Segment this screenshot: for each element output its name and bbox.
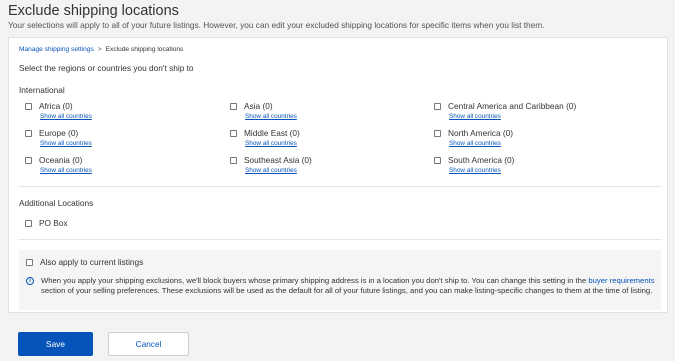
central-america-show-all-link[interactable]: Show all countries — [449, 113, 576, 120]
south-america-show-all-link[interactable]: Show all countries — [449, 167, 514, 174]
breadcrumb: Manage shipping settings > Exclude shippin… — [19, 46, 183, 53]
breadcrumb-manage-shipping-link[interactable]: Manage shipping settings — [19, 46, 94, 53]
info-text-part: When you apply your shipping exclusions,… — [41, 276, 589, 285]
exclusion-card: Manage shipping settings > Exclude shippin… — [8, 37, 668, 313]
po-box-checkbox[interactable] — [25, 219, 32, 227]
region-africa: Africa (0) Show all countries — [25, 101, 92, 120]
oceania-checkbox[interactable] — [25, 156, 32, 164]
southeast-asia-show-all-link[interactable]: Show all countries — [245, 167, 312, 174]
cancel-button[interactable]: Cancel — [108, 332, 189, 356]
additional-locations-title: Additional Locations — [19, 198, 94, 208]
middle-east-show-all-link[interactable]: Show all countries — [245, 140, 300, 147]
region-label: South America (0) — [448, 155, 515, 165]
middle-east-checkbox[interactable] — [230, 129, 237, 137]
north-america-checkbox[interactable] — [434, 129, 441, 137]
asia-show-all-link[interactable]: Show all countries — [245, 113, 297, 120]
region-label: Central America and Caribbean (0) — [448, 101, 577, 111]
apply-current-listings-label: Also apply to current listings — [40, 257, 144, 267]
apply-current-listings-option: Also apply to current listings — [26, 257, 143, 267]
divider — [19, 186, 661, 187]
save-button[interactable]: Save — [18, 332, 93, 356]
breadcrumb-current: Exclude shipping locations — [105, 46, 184, 53]
apply-panel: Also apply to current listings i When yo… — [19, 250, 661, 310]
oceania-show-all-link[interactable]: Show all countries — [40, 167, 92, 174]
region-southeast-asia: Southeast Asia (0) Show all countries — [230, 155, 312, 174]
region-europe: Europe (0) Show all countries — [25, 128, 92, 147]
region-label: Asia (0) — [244, 101, 273, 111]
region-label: Oceania (0) — [39, 155, 83, 165]
instruction-text: Select the regions or countries you don'… — [19, 63, 194, 73]
africa-show-all-link[interactable]: Show all countries — [40, 113, 92, 120]
info-text: When you apply your shipping exclusions,… — [41, 276, 655, 296]
region-label: Europe (0) — [39, 128, 79, 138]
central-america-checkbox[interactable] — [434, 102, 441, 110]
region-south-america: South America (0) Show all countries — [434, 155, 514, 174]
asia-checkbox[interactable] — [230, 102, 237, 110]
region-north-america: North America (0) Show all countries — [434, 128, 513, 147]
south-america-checkbox[interactable] — [434, 156, 441, 164]
region-label: North America (0) — [448, 128, 514, 138]
region-oceania: Oceania (0) Show all countries — [25, 155, 92, 174]
info-text-part: section of your selling preferences. The… — [41, 286, 653, 295]
info-icon: i — [26, 277, 34, 285]
africa-checkbox[interactable] — [25, 102, 32, 110]
international-title: International — [19, 85, 65, 95]
page-title: Exclude shipping locations — [8, 3, 179, 19]
po-box-label: PO Box — [39, 218, 68, 228]
europe-checkbox[interactable] — [25, 129, 32, 137]
europe-show-all-link[interactable]: Show all countries — [40, 140, 92, 147]
region-label: Southeast Asia (0) — [244, 155, 312, 165]
region-label: Middle East (0) — [244, 128, 300, 138]
breadcrumb-separator: > — [97, 46, 102, 53]
apply-current-listings-checkbox[interactable] — [26, 258, 33, 266]
southeast-asia-checkbox[interactable] — [230, 156, 237, 164]
divider — [19, 239, 661, 240]
region-asia: Asia (0) Show all countries — [230, 101, 297, 120]
buyer-requirements-link[interactable]: buyer requirements — [588, 276, 654, 285]
po-box-option: PO Box — [25, 218, 68, 228]
region-label: Africa (0) — [39, 101, 73, 111]
region-middle-east: Middle East (0) Show all countries — [230, 128, 300, 147]
page-subtitle: Your selections will apply to all of you… — [8, 20, 545, 30]
region-central-america: Central America and Caribbean (0) Show a… — [434, 101, 576, 120]
north-america-show-all-link[interactable]: Show all countries — [449, 140, 513, 147]
